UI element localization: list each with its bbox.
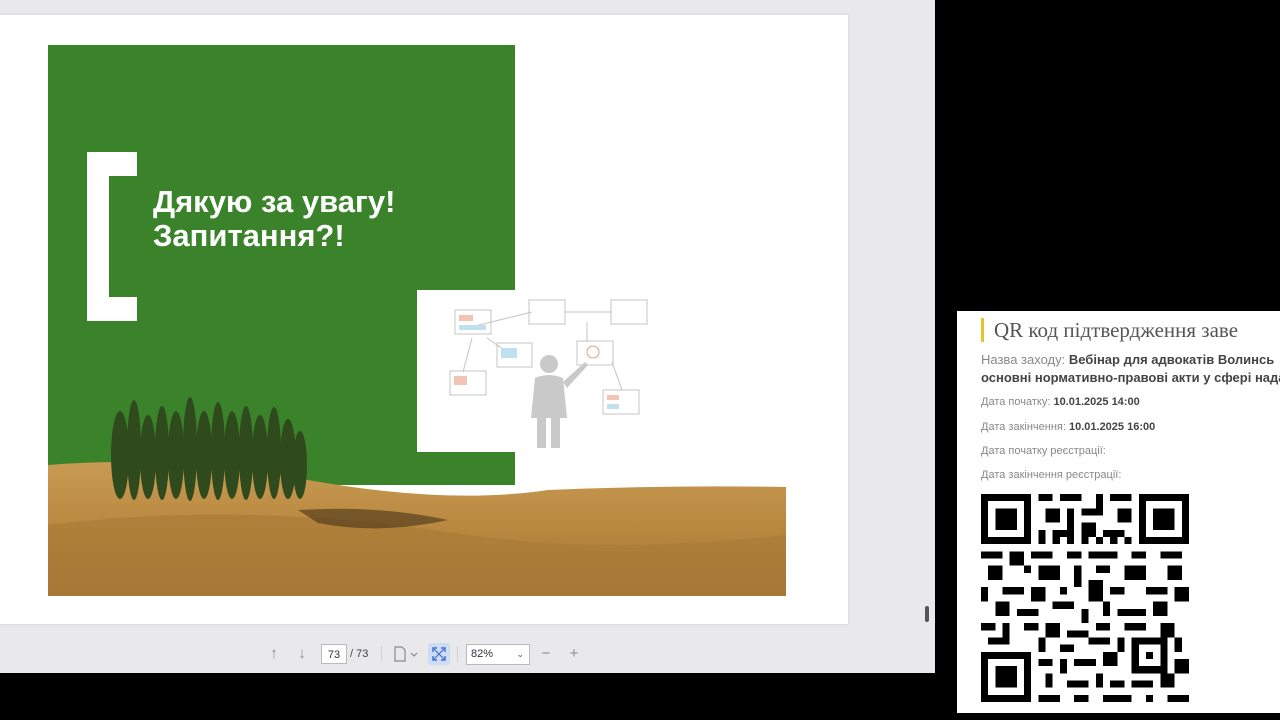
- slide-title-line1: Дякую за увагу!: [153, 184, 396, 219]
- zoom-value: 82%: [471, 648, 494, 660]
- chevron-down-icon: ⌄: [516, 649, 524, 659]
- registration-end-label: Дата закінчення реєстрації:: [981, 469, 1122, 481]
- event-name-label: Назва заходу:: [981, 352, 1066, 367]
- event-name-value: Вебінар для адвокатів Волинсь: [1068, 352, 1275, 367]
- zoom-in-button[interactable]: +: [563, 643, 585, 665]
- zoom-select[interactable]: 82% ⌄: [466, 644, 530, 665]
- start-date-value: 10.01.2025 14:00: [1053, 396, 1140, 408]
- start-date-row: Дата початку: 10.01.2025 14:00: [981, 396, 1140, 408]
- page-total: / 73: [350, 648, 369, 660]
- qr-confirmation-panel: QR код підтвердження заве Назва заходу: …: [957, 311, 1280, 713]
- event-name-value-line2: основні нормативно-правові акти у сфері …: [981, 370, 1280, 385]
- end-date-value: 10.01.2025 16:00: [1068, 421, 1156, 433]
- slide-title: Дякую за увагу! Запитання?!: [153, 185, 395, 253]
- qr-code-image: [981, 494, 1189, 702]
- event-name-row: Назва заходу: Вебінар для адвокатів Воли…: [981, 352, 1274, 367]
- end-date-row: Дата закінчення: 10.01.2025 16:00: [981, 421, 1155, 433]
- toolbar-divider: [381, 646, 382, 662]
- scrollbar-handle[interactable]: [925, 606, 929, 622]
- expand-icon: [432, 647, 446, 661]
- document-viewer: Дякую за увагу! Запитання?! ↑ ↓ 73 / 73 …: [0, 0, 935, 673]
- pdf-toolbar: ↑ ↓ 73 / 73 82% ⌄ − +: [0, 633, 935, 673]
- document-icon: [394, 646, 418, 662]
- slide-bracket-shape: [87, 152, 137, 321]
- qr-panel-title: QR код підтвердження заве: [981, 318, 1238, 342]
- toolbar-divider: [457, 646, 458, 662]
- page-number-input[interactable]: 73: [321, 644, 347, 664]
- zoom-out-button[interactable]: −: [535, 643, 557, 665]
- landscape-photo: [48, 397, 786, 596]
- slide-page: Дякую за увагу! Запитання?!: [0, 15, 848, 624]
- slide-title-line2: Запитання?!: [153, 218, 345, 253]
- arrow-up-icon[interactable]: ↑: [263, 643, 285, 665]
- page-view-button[interactable]: [390, 643, 422, 665]
- start-date-label: Дата початку:: [981, 396, 1051, 408]
- arrow-down-icon[interactable]: ↓: [291, 643, 313, 665]
- fit-page-button[interactable]: [428, 643, 450, 665]
- registration-start-label: Дата початку реєстрації:: [981, 445, 1106, 457]
- end-date-label: Дата закінчення:: [981, 421, 1066, 433]
